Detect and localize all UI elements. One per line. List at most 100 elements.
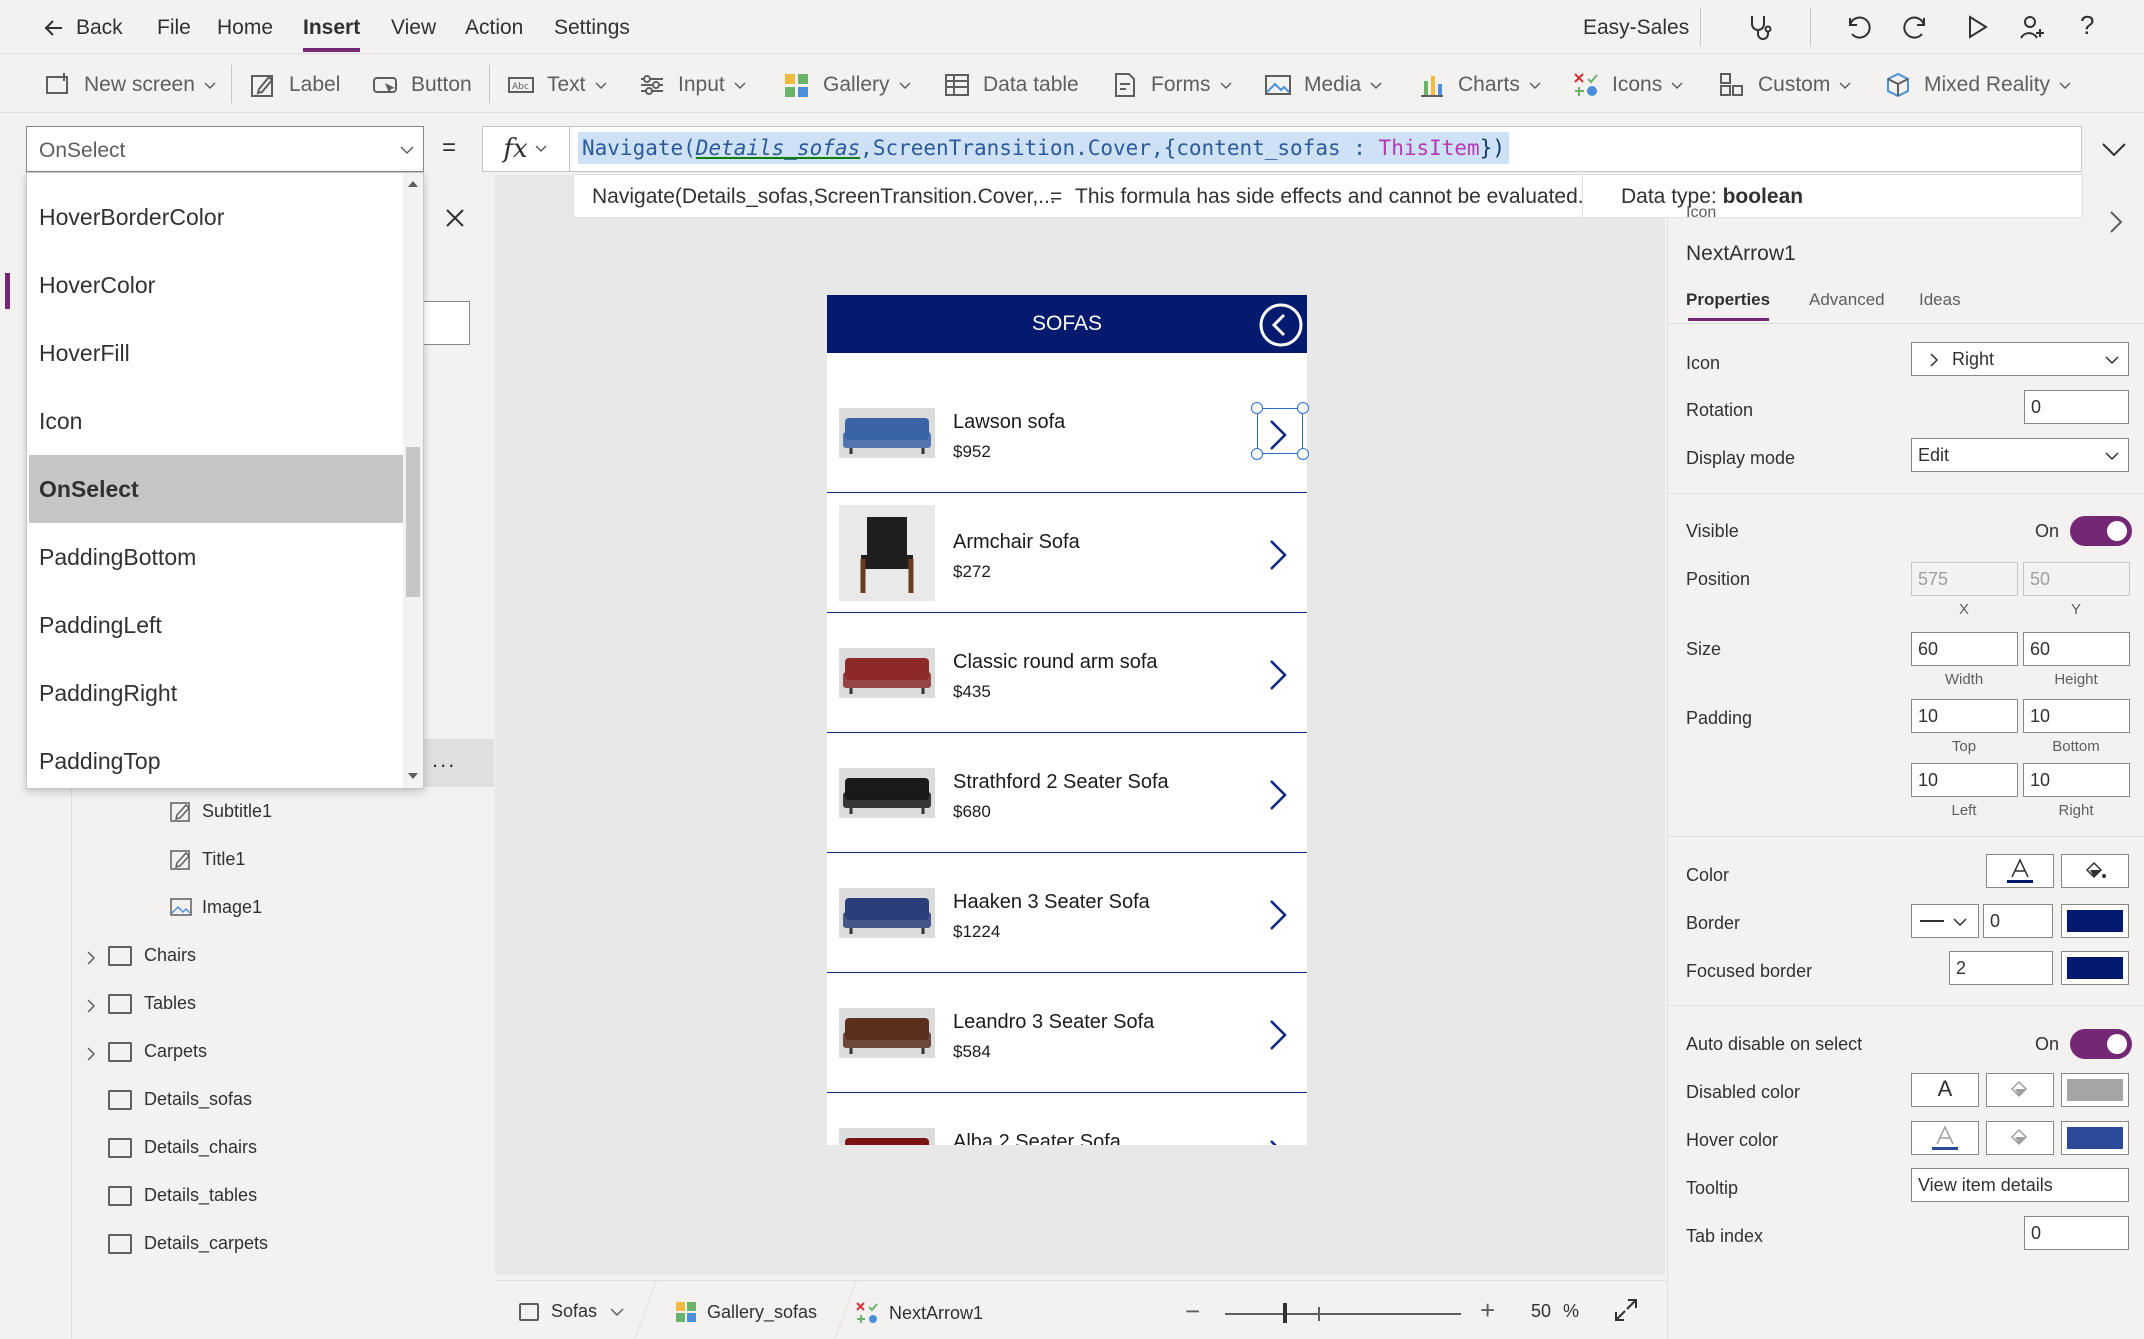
scroll-up-icon[interactable] (408, 179, 418, 187)
padding-top-input[interactable]: 10 (1911, 699, 2018, 733)
gallery-item[interactable]: Lawson sofa $952 (827, 373, 1307, 493)
expand-formula-icon[interactable] (2100, 140, 2128, 158)
gallery-item[interactable]: Strathford 2 Seater Sofa $680 (827, 733, 1307, 853)
resize-handle[interactable] (1251, 448, 1263, 460)
position-x-input[interactable]: 575 (1911, 562, 2018, 596)
button-button[interactable]: Button (371, 70, 472, 100)
tree-item-title1[interactable]: Title1 (170, 848, 245, 870)
next-arrow-icon[interactable] (1263, 655, 1291, 695)
icons-button[interactable]: Icons (1572, 70, 1684, 100)
zoom-in-button[interactable]: + (1480, 1295, 1495, 1326)
width-input[interactable]: 60 (1911, 632, 2018, 666)
dropdown-item[interactable]: HoverFill (29, 319, 405, 387)
icon-select[interactable]: Right (1911, 342, 2129, 376)
forms-button[interactable]: Forms (1111, 70, 1233, 100)
more-options-icon[interactable]: ... (432, 747, 456, 773)
tree-item-tables[interactable]: Tables (108, 993, 196, 1014)
border-color-picker[interactable] (2061, 904, 2129, 938)
custom-button[interactable]: Custom (1718, 70, 1852, 100)
dropdown-item[interactable]: Icon (29, 387, 405, 455)
undo-icon[interactable] (1842, 12, 1872, 42)
dropdown-item[interactable]: HoverBorderColor (29, 183, 405, 251)
height-input[interactable]: 60 (2023, 632, 2130, 666)
next-arrow-icon[interactable] (1263, 1015, 1291, 1055)
close-icon[interactable] (444, 207, 466, 229)
tab-advanced[interactable]: Advanced (1809, 290, 1885, 310)
color-picker[interactable] (1986, 854, 2054, 888)
position-y-input[interactable]: 50 (2023, 562, 2130, 596)
hover-border-color-picker[interactable] (2061, 1121, 2129, 1155)
tree-item-details-sofas[interactable]: Details_sofas (108, 1089, 252, 1110)
menu-insert[interactable]: Insert (303, 16, 361, 52)
tooltip-input[interactable]: View item details (1911, 1168, 2129, 1202)
zoom-out-button[interactable]: − (1185, 1296, 1200, 1327)
zoom-level[interactable]: 50 % (1531, 1301, 1579, 1322)
padding-bottom-input[interactable]: 10 (2023, 699, 2130, 733)
share-user-icon[interactable] (2018, 12, 2048, 42)
visible-toggle[interactable] (2070, 516, 2132, 546)
focused-border-input[interactable]: 2 (1949, 951, 2053, 985)
tab-index-input[interactable]: 0 (2024, 1216, 2129, 1250)
fit-to-window-icon[interactable] (1613, 1297, 1639, 1323)
tab-properties[interactable]: Properties (1686, 290, 1770, 310)
data-table-button[interactable]: Data table (943, 70, 1079, 100)
chevron-right-icon[interactable] (2108, 208, 2124, 236)
help-icon[interactable]: ? (2080, 10, 2094, 41)
disabled-font-color-picker[interactable]: A (1911, 1073, 1979, 1107)
tree-item-image1[interactable]: Image1 (170, 896, 262, 918)
dropdown-item-selected[interactable]: OnSelect (29, 455, 405, 523)
resize-handle[interactable] (1251, 402, 1263, 414)
chevron-right-icon[interactable] (84, 998, 98, 1014)
dropdown-item[interactable]: PaddingBottom (29, 523, 405, 591)
resize-handle[interactable] (1297, 402, 1309, 414)
border-width-input[interactable]: 0 (1983, 904, 2053, 938)
dropdown-item[interactable]: PaddingLeft (29, 591, 405, 659)
redo-icon[interactable] (1902, 12, 1932, 42)
focused-border-color-picker[interactable] (2061, 951, 2129, 985)
scrollbar-thumb[interactable] (406, 447, 420, 597)
scroll-down-icon[interactable] (408, 773, 418, 781)
text-button[interactable]: Abc Text (507, 70, 608, 100)
tree-item-details-chairs[interactable]: Details_chairs (108, 1137, 257, 1158)
property-dropdown-list[interactable]: HoverBorderColor HoverColor HoverFill Ic… (26, 172, 424, 789)
menu-settings[interactable]: Settings (554, 16, 630, 40)
charts-button[interactable]: Charts (1418, 70, 1542, 100)
menu-file[interactable]: File (157, 16, 191, 40)
zoom-slider-thumb[interactable] (1283, 1303, 1287, 1323)
chevron-right-icon[interactable] (84, 1046, 98, 1062)
fill-picker[interactable] (2061, 854, 2129, 888)
gallery-breadcrumb[interactable]: Gallery_sofas (675, 1301, 817, 1323)
mixed-reality-button[interactable]: Mixed Reality (1884, 70, 2072, 100)
disabled-fill-picker[interactable] (1986, 1073, 2054, 1107)
dropdown-item[interactable]: HoverColor (29, 251, 405, 319)
chevron-right-icon[interactable] (84, 950, 98, 966)
play-icon[interactable] (1962, 12, 1992, 42)
function-button[interactable]: fx (482, 126, 570, 172)
menu-home[interactable]: Home (217, 16, 273, 40)
dropdown-item[interactable]: PaddingTop (29, 727, 405, 795)
next-arrow-icon[interactable] (1263, 535, 1291, 575)
screen-breadcrumb[interactable]: Sofas (519, 1301, 625, 1322)
gallery-item[interactable]: Classic round arm sofa $435 (827, 613, 1307, 733)
next-arrow-icon[interactable] (1263, 775, 1291, 815)
hover-fill-picker[interactable] (1986, 1121, 2054, 1155)
next-arrow-icon[interactable] (1263, 1135, 1291, 1145)
tab-ideas[interactable]: Ideas (1919, 290, 1961, 310)
formula-code[interactable]: Navigate(Details_sofas,ScreenTransition.… (578, 132, 1509, 164)
gallery-button[interactable]: Gallery (783, 70, 912, 100)
zoom-slider[interactable] (1225, 1313, 1461, 1315)
tree-item-chairs[interactable]: Chairs (108, 945, 196, 966)
auto-disable-toggle[interactable] (2070, 1029, 2132, 1059)
property-selector[interactable]: OnSelect (26, 126, 424, 172)
gallery-item[interactable]: Haaken 3 Seater Sofa $1224 (827, 853, 1307, 973)
tree-item-details-tables[interactable]: Details_tables (108, 1185, 257, 1206)
tree-item-details-carpets[interactable]: Details_carpets (108, 1233, 268, 1254)
menu-action[interactable]: Action (465, 16, 523, 40)
back-button[interactable]: Back (42, 16, 123, 40)
label-button[interactable]: Label (249, 70, 340, 100)
gallery-item[interactable]: Alba 2 Seater Sofa (827, 1093, 1307, 1145)
control-breadcrumb[interactable]: NextArrow1 (855, 1301, 983, 1325)
border-style-select[interactable] (1911, 904, 1979, 938)
media-button[interactable]: Media (1264, 70, 1383, 100)
tree-item-subtitle1[interactable]: Subtitle1 (170, 800, 272, 822)
